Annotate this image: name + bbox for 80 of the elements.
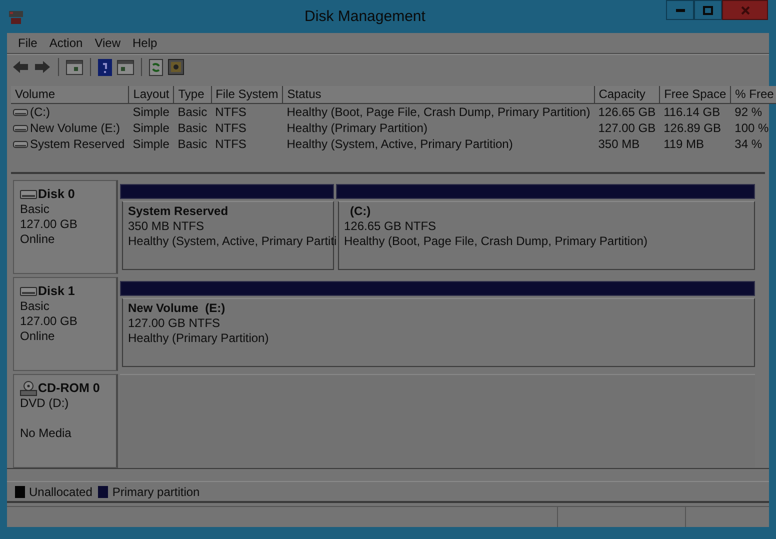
menu-item[interactable]: Action <box>43 36 89 50</box>
table-cell: Healthy (Boot, Page File, Crash Dump, Primary Partition) <box>282 103 594 120</box>
window-pane-icon[interactable] <box>66 60 83 75</box>
partition-size: 126.65 GB NTFS <box>344 218 438 234</box>
disk-drive-icon <box>20 190 37 199</box>
column-header[interactable]: Capacity <box>594 86 660 104</box>
window-title: Disk Management <box>304 8 426 25</box>
table-cell-text: 350 MB <box>597 136 641 152</box>
drive-icon <box>13 108 28 117</box>
legend-label: Unallocated <box>29 484 92 499</box>
table-cell: 116.14 GB <box>660 103 731 120</box>
table-cell: System Reserved <box>30 137 125 152</box>
disk-info: 127.00 GB <box>20 216 78 232</box>
table-cell: Simple <box>128 103 174 120</box>
disk-info: 127.00 GB <box>20 314 78 329</box>
maximize-button[interactable] <box>694 0 722 20</box>
partition-title: New Volume (E:) <box>128 300 226 316</box>
disk-name: Disk 1 <box>38 284 75 299</box>
table-cell-text: Basic <box>176 120 208 136</box>
column-header[interactable]: % Free <box>730 86 776 104</box>
partition-title: System Reserved <box>128 204 230 219</box>
partition-status: Healthy (Primary Partition) <box>128 330 270 346</box>
drive-icon <box>13 140 28 149</box>
column-header[interactable]: Type <box>174 86 212 104</box>
column-header[interactable]: Layout <box>128 86 174 104</box>
table-cell: NTFS <box>211 103 283 120</box>
menu-item[interactable]: File <box>12 36 44 50</box>
partition-box[interactable]: (C:) 126.65 GB NTFS Healthy (Boot, Page File, Crash Dump, Primary Partition) <box>338 200 755 270</box>
table-cell-text: Simple <box>132 136 170 152</box>
table-cell-text: 119 MB <box>662 136 706 152</box>
partition-box[interactable]: System Reserved 350 MB NTFS Healthy (System, Active, Primary Partiti <box>122 200 334 270</box>
column-header[interactable]: Status <box>282 86 594 104</box>
window-pane-icon[interactable] <box>117 60 134 75</box>
back-arrow-icon[interactable] <box>12 60 29 74</box>
disk-info: No Media <box>20 426 72 441</box>
table-cell-text: 126.89 GB <box>662 120 722 136</box>
menu-item[interactable]: Help <box>126 36 164 50</box>
table-cell-text: 127.00 GB <box>597 120 657 136</box>
disk-info: Basic <box>20 202 50 217</box>
table-cell: New Volume (E:) <box>30 121 120 136</box>
disk-name: Disk 0 <box>38 186 75 202</box>
disk-info: DVD (D:) <box>20 396 70 411</box>
disk-info: Basic <box>20 298 50 314</box>
table-cell: 92 % <box>730 103 776 120</box>
app-icon <box>8 8 24 24</box>
table-cell-text: 100 % <box>734 120 770 136</box>
disk-name: CD-ROM 0 <box>38 380 100 396</box>
table-cell-text: Simple <box>132 120 170 136</box>
minimize-button[interactable] <box>666 0 694 20</box>
partition-title: (C:) <box>349 204 372 219</box>
table-cell-text: Healthy (System, Active, Primary Partition) <box>286 136 514 152</box>
minimize-icon <box>676 8 684 12</box>
table-cell: 126.65 GB <box>594 103 660 120</box>
disk-info: Online <box>20 328 56 344</box>
drive-icon <box>13 124 28 133</box>
partition-size: 350 MB NTFS <box>128 218 206 234</box>
table-cell-text: Basic <box>176 136 208 152</box>
disk-drive-icon <box>20 286 37 296</box>
table-cell: Basic <box>174 103 212 120</box>
forward-arrow-icon[interactable] <box>34 60 51 74</box>
partition-size: 127.00 GB NTFS <box>128 316 222 331</box>
properties-icon[interactable] <box>168 59 184 76</box>
legend-label: Primary partition <box>112 484 200 499</box>
column-header[interactable]: File System <box>211 86 283 104</box>
table-cell-text: 34 % <box>734 136 763 152</box>
partition-status: Healthy (Boot, Page File, Crash Dump, Primary Partition) <box>344 234 648 249</box>
help-icon[interactable] <box>98 58 112 76</box>
table-cell-text: Healthy (Primary Partition) <box>286 120 428 136</box>
disk-info: Online <box>20 232 56 247</box>
table-cell-text: NTFS <box>214 120 248 136</box>
column-header[interactable]: Volume <box>11 86 129 104</box>
close-icon <box>740 6 750 14</box>
column-header[interactable]: Free Space <box>660 86 731 104</box>
menu-item[interactable]: View <box>88 36 126 50</box>
table-cell: (C:) <box>30 105 50 120</box>
partition-box[interactable]: New Volume (E:) 127.00 GB NTFS Healthy (Primary Partition) <box>122 298 755 367</box>
cd-drive-icon <box>20 380 37 396</box>
refresh-icon[interactable] <box>149 58 163 76</box>
maximize-icon <box>703 6 713 14</box>
table-cell-text: NTFS <box>214 136 248 152</box>
